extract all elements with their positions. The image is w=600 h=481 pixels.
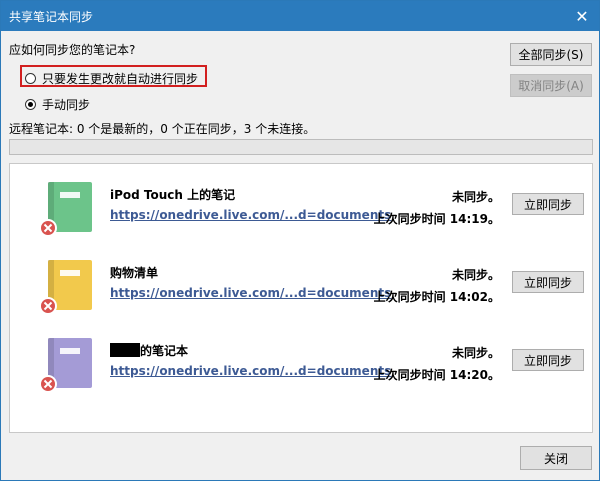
close-button[interactable]: 关闭: [520, 446, 592, 470]
close-window-button[interactable]: ✕: [565, 1, 599, 31]
notebook-row: 的笔记本 https://onedrive.live.com/...d=docu…: [10, 326, 592, 404]
remote-status-text: 远程笔记本: 0 个是最新的，0 个正在同步，3 个未连接。: [9, 122, 316, 136]
manual-sync-radio[interactable]: [25, 99, 36, 110]
notebook-icon: [39, 260, 92, 315]
sync-all-button[interactable]: 全部同步(S): [510, 43, 592, 66]
auto-sync-radio[interactable]: [25, 73, 36, 84]
notebook-status: 未同步。: [451, 190, 500, 204]
sync-now-button[interactable]: 立即同步: [512, 349, 584, 371]
sync-progress-bar: [9, 139, 593, 155]
sync-now-button[interactable]: 立即同步: [512, 271, 584, 293]
notebook-link[interactable]: https://onedrive.live.com/...d=documents: [110, 364, 391, 378]
notebook-last-sync: 上次同步时间 14:02。: [373, 290, 500, 304]
manual-sync-label: 手动同步: [42, 98, 91, 112]
notebook-status: 未同步。: [451, 346, 500, 360]
notebook-icon: [39, 182, 92, 237]
notebook-last-sync: 上次同步时间 14:19。: [373, 212, 500, 226]
auto-sync-label: 只要发生更改就自动进行同步: [42, 72, 199, 86]
notebook-name: 的笔记本: [110, 342, 188, 359]
notebook-list: iPod Touch 上的笔记 https://onedrive.live.co…: [9, 163, 593, 433]
notebook-status: 未同步。: [451, 268, 500, 282]
auto-sync-option[interactable]: 只要发生更改就自动进行同步: [25, 70, 198, 87]
notebook-last-sync: 上次同步时间 14:20。: [373, 368, 500, 382]
close-icon: ✕: [575, 6, 589, 26]
notebook-name: 购物清单: [110, 266, 159, 280]
manual-sync-option[interactable]: 手动同步: [25, 96, 90, 113]
sync-dialog: 共享笔记本同步 ✕ 应如何同步您的笔记本? 只要发生更改就自动进行同步 手动同步…: [0, 0, 600, 481]
notebook-row: iPod Touch 上的笔记 https://onedrive.live.co…: [10, 170, 592, 248]
notebook-row: 购物清单 https://onedrive.live.com/...d=docu…: [10, 248, 592, 326]
notebook-icon: [39, 338, 92, 393]
notebook-name: iPod Touch 上的笔记: [110, 188, 236, 202]
redacted-owner: [110, 343, 140, 357]
dialog-footer: 关闭: [1, 439, 599, 480]
cancel-sync-button[interactable]: 取消同步(A): [510, 74, 592, 97]
notebook-link[interactable]: https://onedrive.live.com/...d=documents: [110, 208, 391, 222]
sync-prompt: 应如何同步您的笔记本?: [9, 43, 136, 57]
title-bar[interactable]: 共享笔记本同步 ✕: [1, 1, 599, 31]
window-title: 共享笔记本同步: [9, 10, 94, 24]
sync-now-button[interactable]: 立即同步: [512, 193, 584, 215]
notebook-link[interactable]: https://onedrive.live.com/...d=documents: [110, 286, 391, 300]
